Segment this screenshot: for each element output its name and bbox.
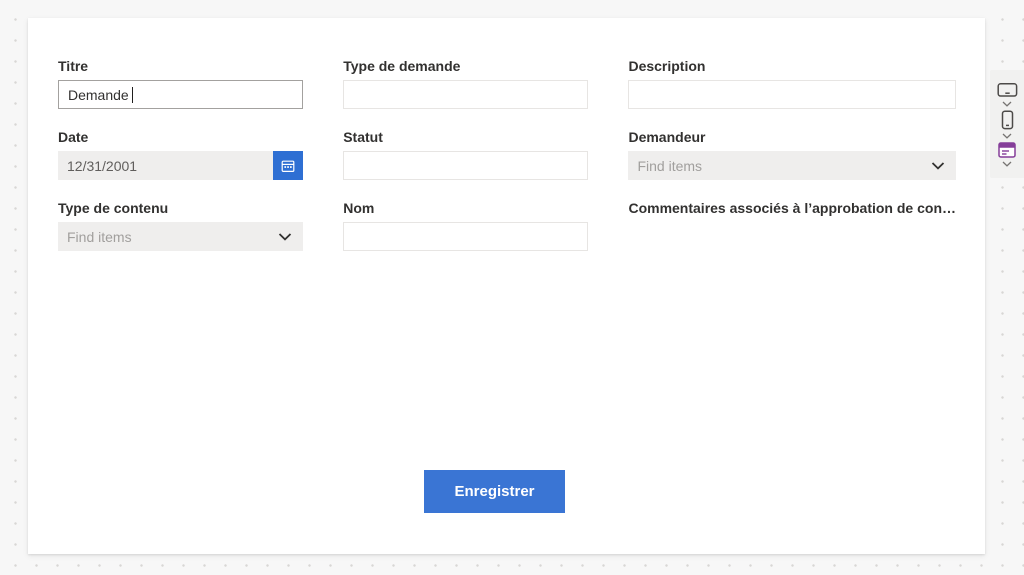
form-preview-expander[interactable] [1002, 161, 1012, 167]
demandeur-lookup[interactable]: Find items [628, 151, 956, 180]
field-label-statut: Statut [343, 129, 383, 145]
chevron-down-icon [931, 161, 945, 170]
field-label-demandeur: Demandeur [628, 129, 706, 145]
type-de-contenu-placeholder: Find items [67, 228, 132, 245]
field-label-nom: Nom [343, 200, 375, 216]
date-picker-button[interactable] [273, 151, 304, 180]
description-input[interactable] [628, 80, 956, 109]
demandeur-placeholder: Find items [637, 157, 703, 174]
field-group-demandeur: Demandeur Find items [628, 129, 956, 180]
desktop-icon [996, 82, 1018, 98]
save-button[interactable]: Enregistrer [424, 470, 565, 513]
field-group-commentaires: Commentaires associés à l’approbation de… [628, 200, 956, 251]
calendar-icon [281, 159, 295, 173]
mobile-preview-expander[interactable] [1002, 133, 1012, 139]
field-group-description: Description [628, 58, 956, 109]
chevron-down-icon [1002, 161, 1012, 167]
field-label-commentaires: Commentaires associés à l’approbation de… [628, 200, 956, 216]
form-card: Titre Demande Type de demande Descriptio… [28, 18, 985, 554]
type-de-contenu-lookup[interactable]: Find items [58, 222, 304, 251]
field-group-type-de-demande: Type de demande [343, 58, 589, 109]
type-de-demande-input[interactable] [343, 80, 589, 109]
field-group-date: Date 12/31/2001 [58, 129, 304, 180]
mobile-preview-button[interactable] [1001, 109, 1014, 130]
field-group-statut: Statut [343, 129, 589, 180]
chevron-down-icon [1002, 101, 1012, 107]
date-value: 12/31/2001 [67, 157, 138, 174]
designer-canvas: { "form": { "fields": [ { "label": "Titr… [0, 0, 1024, 575]
form-grid: Titre Demande Type de demande Descriptio… [28, 18, 985, 251]
chevron-down-icon [1002, 133, 1012, 139]
field-group-type-de-contenu: Type de contenu Find items [58, 200, 304, 251]
field-label-type-de-demande: Type de demande [343, 58, 461, 74]
form-preview-button[interactable] [998, 141, 1016, 158]
desktop-preview-button[interactable] [996, 82, 1018, 98]
titre-input[interactable]: Demande [58, 80, 304, 109]
form-icon [998, 141, 1016, 158]
date-field[interactable]: 12/31/2001 [58, 151, 304, 180]
chevron-down-icon [278, 232, 292, 241]
field-label-titre: Titre [58, 58, 89, 74]
statut-input[interactable] [343, 151, 589, 180]
mobile-icon [1001, 109, 1014, 130]
titre-input-value: Demande [68, 86, 129, 103]
field-group-titre: Titre Demande [58, 58, 304, 109]
desktop-preview-expander[interactable] [1002, 101, 1012, 107]
field-label-date: Date [58, 129, 89, 145]
field-group-nom: Nom [343, 200, 589, 251]
field-label-description: Description [628, 58, 706, 74]
text-cursor [131, 86, 133, 103]
device-preview-strip [990, 70, 1024, 178]
nom-input[interactable] [343, 222, 589, 251]
field-label-type-de-contenu: Type de contenu [58, 200, 169, 216]
